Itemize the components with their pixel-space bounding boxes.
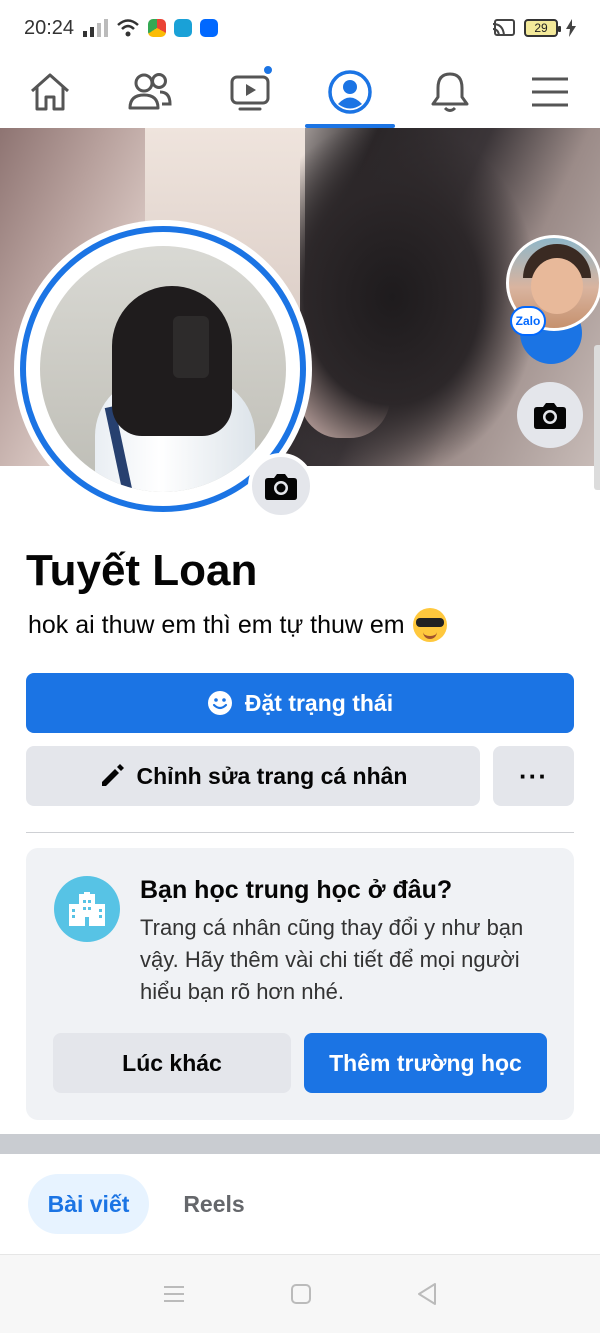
profile-icon: [328, 70, 372, 114]
camera-icon: [534, 403, 566, 429]
later-button[interactable]: Lúc khác: [53, 1033, 291, 1093]
smiley-icon: [207, 691, 232, 715]
set-status-label: Đặt trạng thái: [244, 689, 394, 716]
school-icon: [54, 876, 120, 942]
nav-profile[interactable]: [300, 56, 400, 128]
add-school-label: Thêm trường học: [329, 1049, 522, 1076]
wifi-icon: [117, 19, 139, 37]
home-button-icon[interactable]: [290, 1283, 312, 1305]
recent-apps-icon[interactable]: [162, 1284, 186, 1304]
building-icon: [69, 892, 105, 926]
add-school-button[interactable]: Thêm trường học: [304, 1033, 547, 1093]
edit-profile-button[interactable]: Chỉnh sửa trang cá nhân: [26, 746, 480, 806]
more-options-button[interactable]: ···: [493, 746, 574, 806]
charging-icon: [566, 19, 576, 37]
camera-icon: [265, 474, 297, 500]
tab-posts[interactable]: Bài viết: [28, 1174, 149, 1234]
notification-badge: [262, 64, 274, 76]
zalo-app-icon: [200, 19, 219, 37]
tab-reels-label: Reels: [183, 1190, 245, 1217]
nav-notifications[interactable]: [400, 56, 500, 128]
system-nav-bar: [0, 1254, 600, 1333]
school-suggestion-card: Bạn học trung học ở đâu? Trang cá nhân c…: [26, 848, 574, 1120]
chrome-icon: [148, 19, 167, 37]
zalo-badge[interactable]: Zalo: [510, 306, 546, 336]
menu-icon: [532, 77, 568, 107]
nav-menu[interactable]: [500, 56, 600, 128]
bell-icon: [431, 72, 469, 112]
battery-indicator: 29: [524, 19, 561, 37]
video-icon: [230, 75, 270, 111]
tab-posts-label: Bài viết: [47, 1190, 130, 1217]
cast-icon: [492, 19, 515, 36]
messenger-icon: [174, 19, 193, 37]
tab-reels[interactable]: Reels: [166, 1174, 262, 1234]
photo-phone: [173, 316, 209, 378]
card-body: Trang cá nhân cũng thay đổi y như bạn vậ…: [140, 915, 524, 1004]
profile-name: Tuyết Loan: [26, 546, 258, 595]
nav-watch[interactable]: [200, 56, 300, 128]
set-status-button[interactable]: Đặt trạng thái: [26, 673, 574, 733]
bio-text: hok ai thuw em thì em tự thuw em: [28, 610, 405, 639]
section-divider: [26, 832, 574, 833]
sunglasses-emoji-icon: [412, 608, 447, 642]
photo-hair: [112, 286, 232, 436]
section-separator: [0, 1134, 600, 1154]
pencil-icon: [101, 764, 124, 786]
edit-cover-camera-button[interactable]: [517, 382, 583, 448]
chat-head-face: [531, 258, 583, 314]
card-title: Bạn học trung học ở đâu?: [140, 876, 453, 904]
nav-home[interactable]: [0, 56, 100, 128]
clock: 20:24: [24, 16, 75, 39]
status-right: 29: [492, 19, 576, 37]
profile-bio: hok ai thuw em thì em tự thuw em: [28, 608, 447, 642]
friends-icon: [128, 73, 172, 110]
top-nav: [0, 56, 600, 128]
back-icon[interactable]: [416, 1282, 438, 1306]
home-icon: [31, 73, 69, 111]
status-bar: 20:24 29: [0, 0, 600, 56]
profile-photo: [40, 246, 286, 492]
edit-avatar-camera-button[interactable]: [248, 453, 314, 519]
nav-friends[interactable]: [100, 56, 200, 128]
scroll-indicator[interactable]: [594, 345, 600, 490]
signal-icon: [83, 19, 109, 37]
later-label: Lúc khác: [122, 1049, 222, 1076]
status-left: 20:24: [24, 16, 219, 40]
cover-hair-shape: [300, 128, 530, 466]
edit-profile-label: Chỉnh sửa trang cá nhân: [136, 762, 408, 789]
more-options-label: ···: [519, 760, 548, 791]
